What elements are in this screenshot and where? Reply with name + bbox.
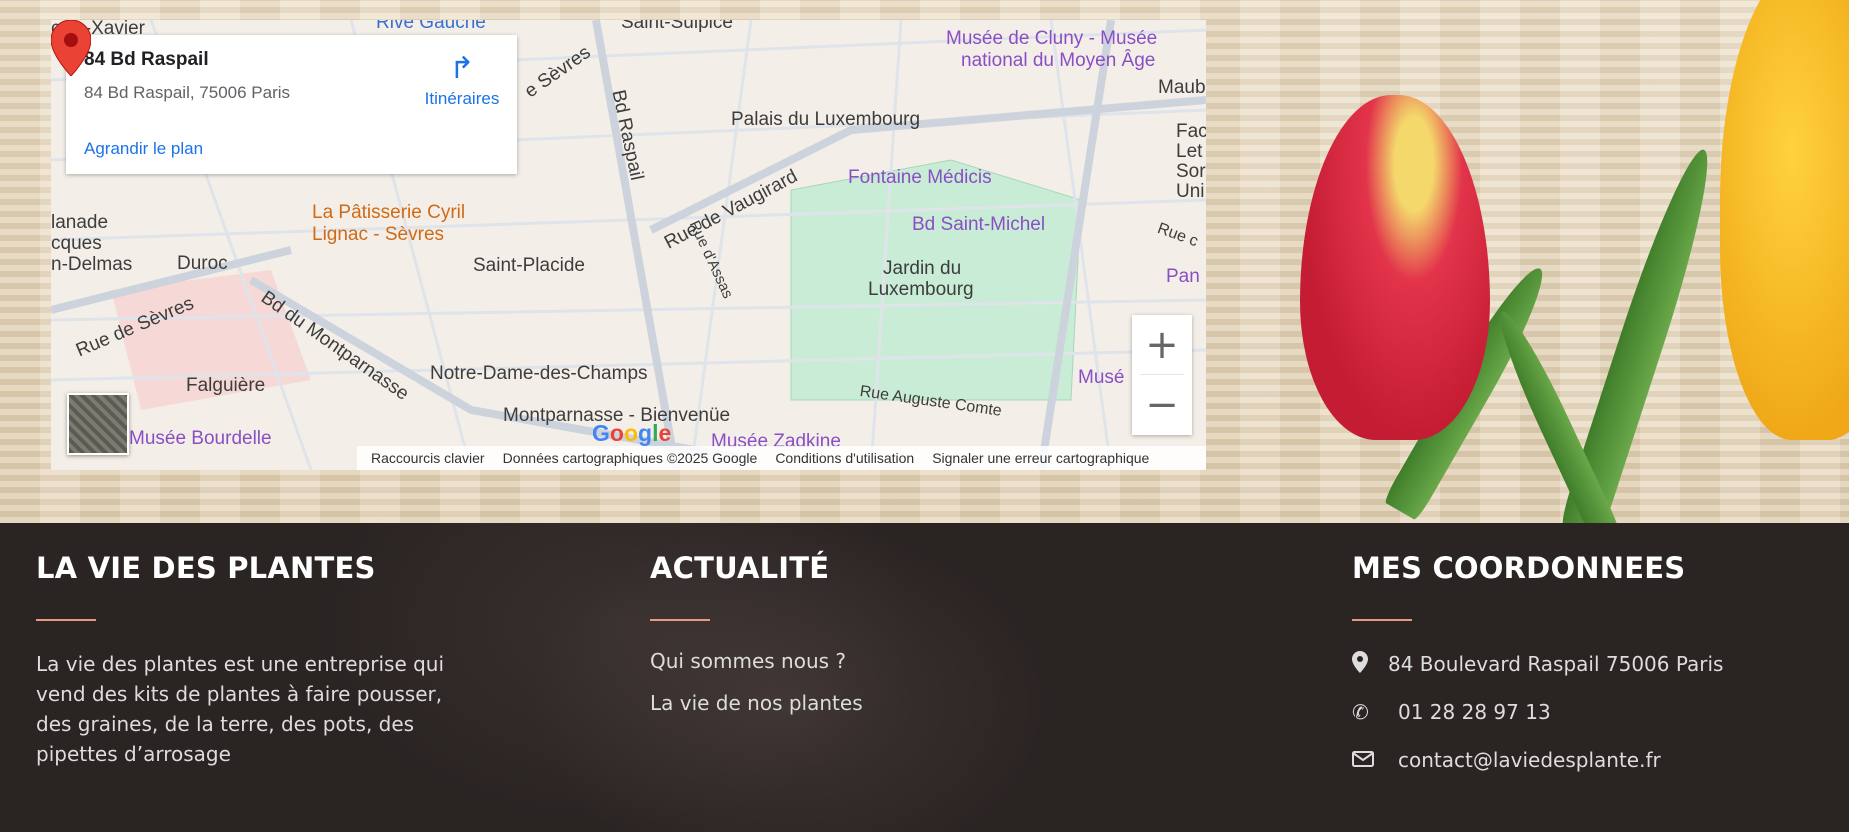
map-label: Maub [1158, 77, 1206, 98]
map-label: Let [1176, 141, 1203, 162]
enlarge-map-link[interactable]: Agrandir le plan [84, 139, 203, 159]
terms-link[interactable]: Conditions d'utilisation [775, 450, 914, 466]
map-label: n-Delmas [51, 254, 133, 275]
footer-about-heading: LA VIE DES PLANTES [36, 551, 376, 585]
map-label: Notre-Dame-des-Champs [430, 363, 648, 384]
footer-news-heading: ACTUALITÉ [650, 551, 830, 585]
yellow-tulip-image [1720, 0, 1849, 440]
map-label: Jardin du [883, 258, 962, 279]
contact-email-row: contact@laviedesplante.fr [1352, 745, 1723, 775]
satellite-layer-toggle[interactable] [67, 393, 129, 455]
contact-address: 84 Boulevard Raspail 75006 Paris [1388, 652, 1724, 676]
contact-phone-row: ✆ 01 28 28 97 13 [1352, 697, 1723, 727]
contact-phone[interactable]: 01 28 28 97 13 [1398, 700, 1551, 724]
footer-link-our-plants[interactable]: La vie de nos plantes [650, 691, 863, 715]
heading-underline [36, 619, 96, 621]
envelope-icon [1352, 748, 1398, 772]
footer-about-text: La vie des plantes est une entreprise qu… [36, 652, 445, 766]
phone-icon: ✆ [1352, 700, 1369, 724]
map-label: Fontaine Médicis [848, 167, 992, 188]
directions-label: Itinéraires [424, 89, 500, 108]
report-error-link[interactable]: Signaler une erreur cartographique [932, 450, 1149, 466]
heading-underline [650, 619, 710, 621]
map-label: Fac [1176, 121, 1206, 142]
map-label: Rive Gauche [376, 20, 486, 33]
map-label: national du Moyen Âge [961, 50, 1156, 71]
site-footer: LA VIE DES PLANTES La vie des plantes es… [0, 523, 1849, 832]
footer-news: ACTUALITÉ Qui sommes nous ? La vie de no… [650, 551, 863, 715]
keyboard-shortcuts-link[interactable]: Raccourcis clavier [371, 450, 485, 466]
footer-link-about-us[interactable]: Qui sommes nous ? [650, 649, 863, 691]
heading-underline [1352, 619, 1412, 621]
contact-email[interactable]: contact@laviedesplante.fr [1398, 748, 1661, 772]
map-label: Bd Saint-Michel [912, 214, 1046, 235]
zoom-in-button[interactable]: + [1132, 315, 1192, 374]
map-label: Musée Bourdelle [129, 428, 272, 449]
map-info-card: 84 Bd Raspail 84 Bd Raspail, 75006 Paris… [66, 35, 517, 174]
map-label: Sor [1176, 161, 1206, 182]
map-label: lanade [51, 212, 109, 233]
map-attribution-bar: Raccourcis clavier Données cartographiqu… [357, 446, 1206, 470]
footer-news-links: Qui sommes nous ? La vie de nos plantes [650, 649, 863, 715]
directions-button[interactable]: ↱ Itinéraires [412, 51, 512, 109]
map-label: Pan [1166, 266, 1200, 287]
map-label: Lignac - Sèvres [312, 224, 445, 245]
map-data-text: Données cartographiques ©2025 Google [502, 450, 758, 466]
map-marker-icon[interactable] [51, 20, 91, 76]
map-label: cques [51, 233, 102, 254]
zoom-out-button[interactable]: − [1132, 375, 1192, 434]
map-label: Saint-Sulpice [621, 20, 733, 33]
directions-icon: ↱ [449, 52, 475, 85]
contact-list: 84 Boulevard Raspail 75006 Paris ✆ 01 28… [1352, 649, 1723, 775]
footer-contact-heading: MES COORDONNEES [1352, 551, 1686, 585]
embedded-map[interactable]: çois-Xavier Rive Gauche Saint-Sulpice Mu… [51, 20, 1206, 470]
map-label: Falguière [186, 375, 266, 396]
location-pin-icon [1352, 650, 1388, 678]
map-label: Luxembourg [868, 279, 974, 300]
google-logo: Google [592, 420, 672, 446]
map-label: Musé [1078, 367, 1125, 388]
map-label: Musée de Cluny - Musée [946, 28, 1158, 49]
place-title: 84 Bd Raspail [84, 49, 209, 70]
map-label: Uni [1176, 181, 1205, 202]
place-address: 84 Bd Raspail, 75006 Paris [84, 83, 291, 102]
map-label: Duroc [177, 253, 228, 274]
footer-about: LA VIE DES PLANTES La vie des plantes es… [36, 551, 476, 769]
map-label: Palais du Luxembourg [731, 109, 921, 130]
footer-contact: MES COORDONNEES 84 Boulevard Raspail 750… [1352, 551, 1723, 775]
contact-address-row: 84 Boulevard Raspail 75006 Paris [1352, 649, 1723, 679]
zoom-controls: + − [1132, 315, 1192, 435]
map-label: La Pâtisserie Cyril [312, 202, 466, 223]
red-tulip-image [1300, 95, 1490, 440]
map-label: Saint-Placide [473, 255, 585, 276]
